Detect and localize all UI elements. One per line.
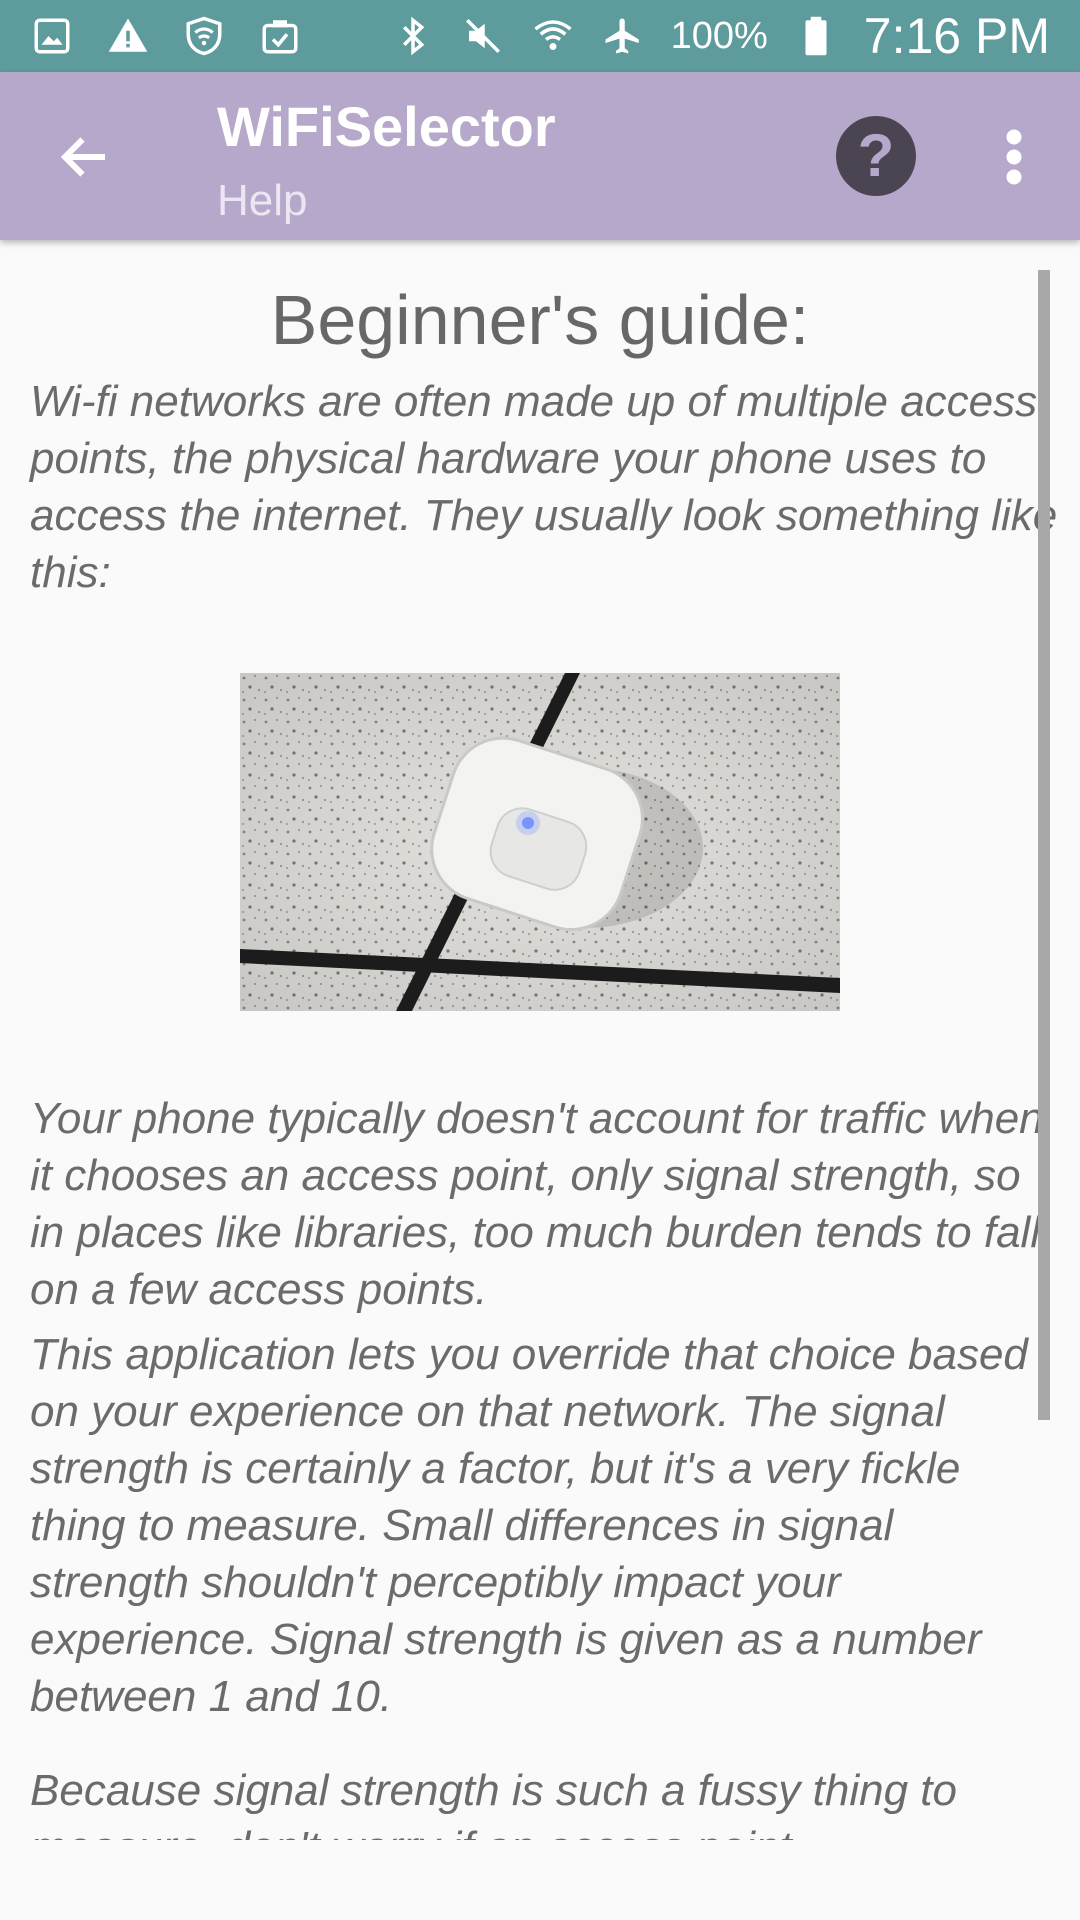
help-content[interactable]: Beginner's guide: Wi-fi networks are oft…	[0, 240, 1080, 1850]
wifi-signal-icon	[531, 14, 575, 58]
battery-percentage: 100%	[670, 14, 768, 57]
clipboard-check-icon	[258, 14, 302, 58]
more-vert-icon	[1006, 129, 1022, 185]
app-subtitle: Help	[217, 176, 308, 225]
overflow-menu-button[interactable]	[992, 124, 1036, 190]
app-title: WiFiSelector	[217, 95, 556, 158]
help-button[interactable]: ?	[836, 116, 916, 196]
back-arrow-icon	[60, 137, 105, 177]
gallery-icon	[30, 14, 74, 58]
shield-wifi-icon	[182, 14, 226, 58]
battery-icon	[794, 14, 838, 58]
help-icon: ?	[857, 122, 895, 189]
paragraph-override: This application lets you override that …	[30, 1330, 1028, 1721]
scrollbar[interactable]	[1038, 270, 1050, 1420]
clock: 7:16 PM	[863, 8, 1050, 64]
paragraph-access-points: Wi-fi networks are often made up of mult…	[30, 377, 1058, 597]
paragraph-fussy: Because signal strength is such a fussy …	[30, 1766, 957, 1850]
status-left-icons	[30, 14, 302, 58]
bluetooth-icon	[391, 14, 435, 58]
warning-icon	[106, 14, 150, 58]
status-right-icons: 100% 7:16 PM	[391, 7, 1050, 65]
guide-heading: Beginner's guide:	[270, 281, 810, 359]
bottom-edge	[0, 1840, 1080, 1920]
paragraph-traffic: Your phone typically doesn't account for…	[30, 1094, 1044, 1314]
access-point-photo	[240, 673, 840, 1011]
back-button[interactable]	[50, 122, 120, 192]
status-bar: 100% 7:16 PM	[0, 0, 1080, 72]
app-bar: WiFiSelector Help ?	[0, 72, 1080, 240]
mute-icon	[461, 14, 505, 58]
airplane-icon	[601, 14, 645, 58]
